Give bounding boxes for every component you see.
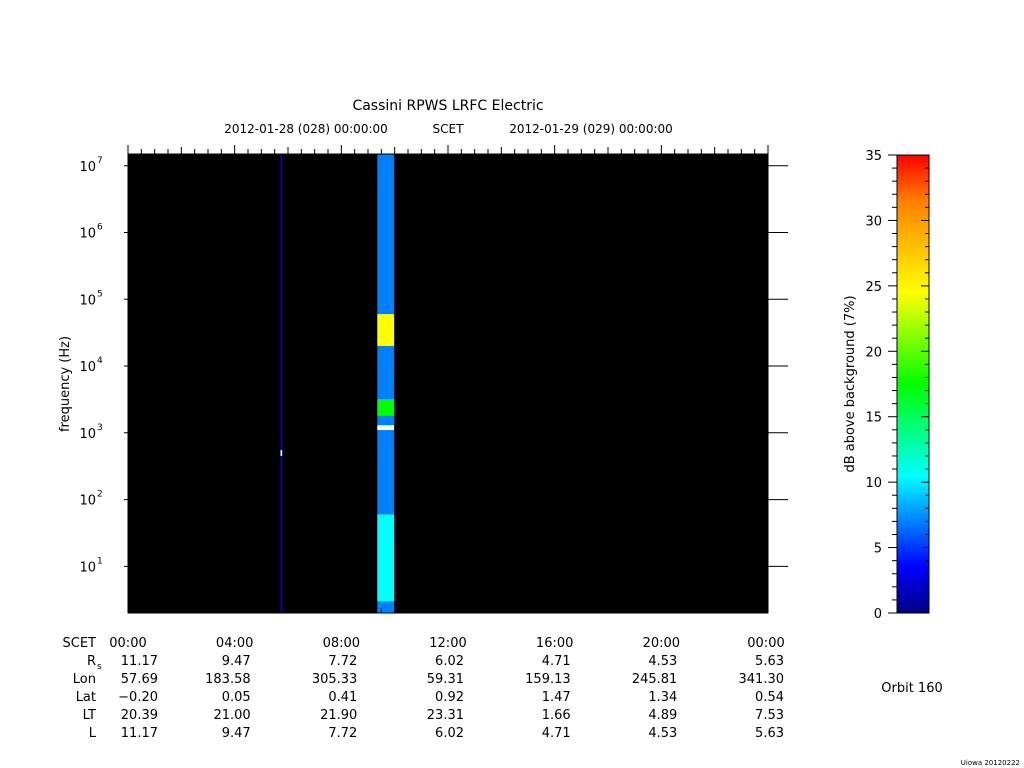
ephemeris-cell: 57.69 bbox=[121, 672, 158, 687]
colorbar-label: dB above background (7%) bbox=[843, 295, 858, 472]
time-start-label: 2012-01-28 (028) 00:00:00 bbox=[224, 122, 388, 136]
colorbar-tick-label: 10 bbox=[865, 476, 882, 491]
ephemeris-cell: 08:00 bbox=[323, 636, 360, 651]
ephemeris-cell: 11.17 bbox=[121, 726, 158, 741]
ephemeris-row-label-subscript: s bbox=[97, 662, 102, 672]
ephemeris-cell: 4.71 bbox=[542, 726, 571, 741]
ephemeris-cell: 0.92 bbox=[435, 690, 464, 705]
ephemeris-cell: 20:00 bbox=[643, 636, 680, 651]
footer-stamp: Uiowa 20120222 bbox=[961, 759, 1020, 767]
ephemeris-row-label: R bbox=[87, 654, 96, 669]
emission-feature-0 bbox=[377, 314, 395, 346]
ephemeris-cell: 305.33 bbox=[312, 672, 358, 687]
chart-title: Cassini RPWS LRFC Electric bbox=[352, 98, 543, 114]
ephemeris-cell: 16:00 bbox=[536, 636, 573, 651]
emission-feature-1 bbox=[377, 399, 395, 416]
y-axis-label: frequency (Hz) bbox=[58, 336, 73, 432]
y-tick-label: 10 bbox=[79, 360, 96, 375]
ephemeris-cell: 0.05 bbox=[222, 690, 251, 705]
colorbar-tick-label: 25 bbox=[865, 280, 882, 295]
ephemeris-row-label: Lat bbox=[76, 690, 96, 705]
ephemeris-cell: 5.63 bbox=[755, 726, 784, 741]
ephemeris-cell: 59.31 bbox=[427, 672, 464, 687]
emission-feature-3 bbox=[377, 425, 395, 431]
emission-feature-2 bbox=[377, 514, 395, 602]
ephemeris-row-label: Lon bbox=[73, 672, 96, 687]
ephemeris-cell: −0.20 bbox=[118, 690, 158, 705]
ephemeris-cell: 00:00 bbox=[747, 636, 784, 651]
colorbar-tick-label: 15 bbox=[865, 411, 882, 426]
ephemeris-cell: 9.47 bbox=[222, 654, 251, 669]
ephemeris-cell: 0.41 bbox=[328, 690, 357, 705]
ephemeris-cell: 00:00 bbox=[109, 636, 146, 651]
ephemeris-cell: 1.47 bbox=[542, 690, 571, 705]
y-tick-exponent: 7 bbox=[97, 156, 103, 166]
ephemeris-table: SCET 00:00 04:00 08:00 12:00 16:00 20:00 00:00 R… bbox=[63, 636, 785, 741]
ephemeris-cell: 23.31 bbox=[427, 708, 464, 723]
scet-label: SCET bbox=[433, 122, 465, 136]
y-tick-exponent: 5 bbox=[97, 289, 103, 299]
ephemeris-cell: 1.66 bbox=[542, 708, 571, 723]
colorbar bbox=[896, 154, 930, 614]
ephemeris-row-label: L bbox=[89, 726, 97, 741]
time-end-label: 2012-01-29 (029) 00:00:00 bbox=[509, 122, 673, 136]
ephemeris-row-label: LT bbox=[83, 708, 96, 723]
ephemeris-row-label: SCET bbox=[63, 636, 97, 651]
ephemeris-cell: 4.71 bbox=[542, 654, 571, 669]
y-tick-exponent: 2 bbox=[97, 490, 103, 500]
y-tick-label: 10 bbox=[79, 227, 96, 242]
ephemeris-cell: 11.17 bbox=[121, 654, 158, 669]
ephemeris-cell: 4.53 bbox=[648, 726, 677, 741]
ephemeris-cell: 6.02 bbox=[435, 726, 464, 741]
ephemeris-cell: 20.39 bbox=[121, 708, 158, 723]
y-tick-exponent: 3 bbox=[97, 423, 103, 433]
emission-feature-4 bbox=[280, 450, 283, 456]
ephemeris-cell: 1.34 bbox=[648, 690, 677, 705]
y-tick-label: 10 bbox=[79, 494, 96, 509]
colorbar-tick-label: 20 bbox=[865, 345, 882, 360]
ephemeris-cell: 04:00 bbox=[216, 636, 253, 651]
ephemeris-cell: 183.58 bbox=[205, 672, 251, 687]
data-segment-0 bbox=[280, 154, 283, 613]
ephemeris-cell: 245.81 bbox=[632, 672, 678, 687]
y-tick-label: 10 bbox=[79, 293, 96, 308]
y-tick-label: 10 bbox=[79, 160, 96, 175]
ephemeris-cell: 0.54 bbox=[755, 690, 784, 705]
colorbar-tick-label: 0 bbox=[874, 607, 882, 622]
y-tick-exponent: 6 bbox=[97, 223, 103, 233]
ephemeris-cell: 12:00 bbox=[429, 636, 466, 651]
plot-background bbox=[128, 154, 768, 613]
orbit-label: Orbit 160 bbox=[881, 681, 942, 696]
spectrogram-figure: Cassini RPWS LRFC Electric 2012-01-28 (0… bbox=[58, 98, 1020, 767]
ephemeris-cell: 5.63 bbox=[755, 654, 784, 669]
ephemeris-cell: 7.72 bbox=[328, 654, 357, 669]
ephemeris-cell: 159.13 bbox=[525, 672, 571, 687]
y-tick-label: 10 bbox=[79, 560, 96, 575]
ephemeris-cell: 341.30 bbox=[739, 672, 785, 687]
colorbar-tick-label: 30 bbox=[865, 214, 882, 229]
y-tick-exponent: 4 bbox=[97, 356, 103, 366]
y-tick-label: 10 bbox=[79, 427, 96, 442]
colorbar-tick-label: 5 bbox=[874, 542, 882, 557]
ephemeris-cell: 4.53 bbox=[648, 654, 677, 669]
ephemeris-cell: 7.53 bbox=[755, 708, 784, 723]
ephemeris-cell: 21.90 bbox=[320, 708, 357, 723]
colorbar-tick-label: 35 bbox=[865, 149, 882, 164]
ephemeris-cell: 6.02 bbox=[435, 654, 464, 669]
ephemeris-cell: 21.00 bbox=[213, 708, 250, 723]
ephemeris-cell: 7.72 bbox=[328, 726, 357, 741]
ephemeris-cell: 4.89 bbox=[648, 708, 677, 723]
y-tick-exponent: 1 bbox=[97, 556, 103, 566]
ephemeris-cell: 9.47 bbox=[222, 726, 251, 741]
